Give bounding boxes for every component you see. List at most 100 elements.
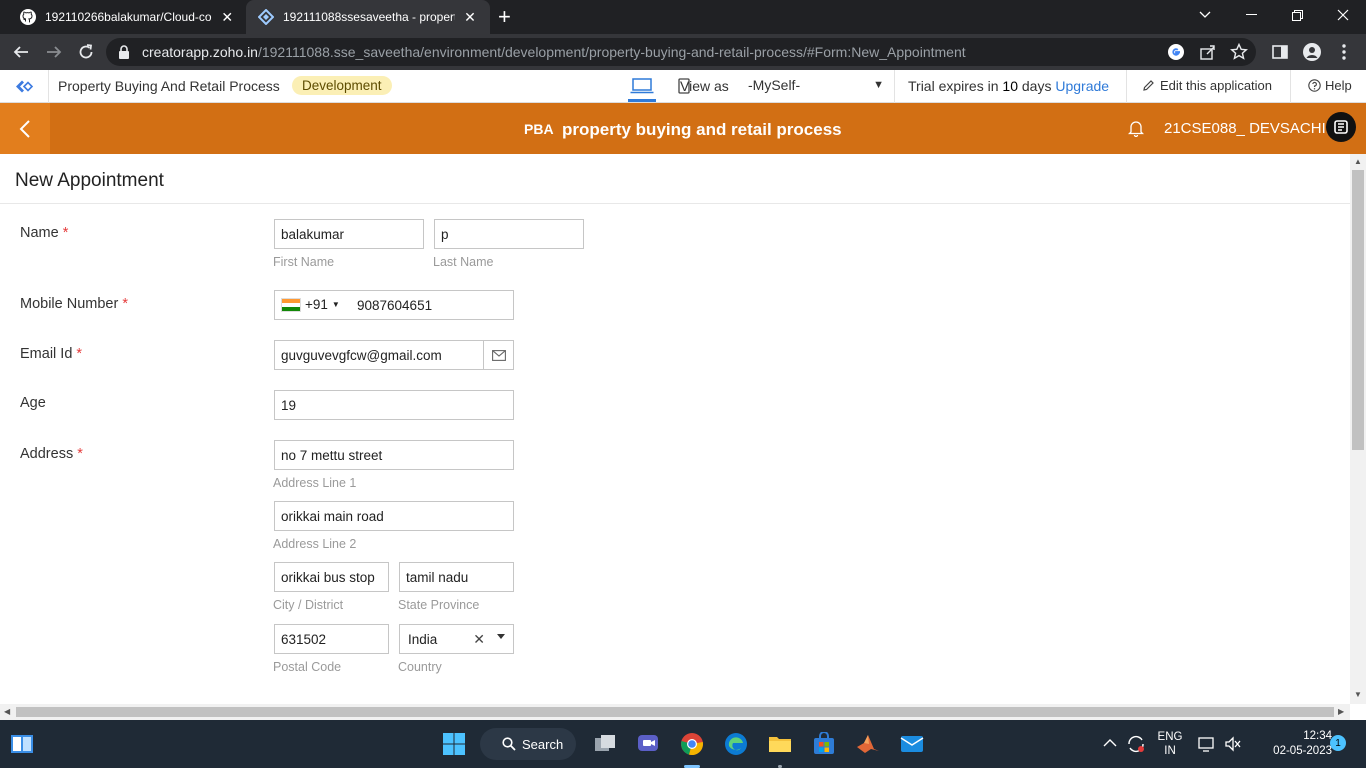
address-bar[interactable]: creatorapp.zoho.in/192111088.sse_saveeth… [106, 38, 1256, 66]
new-tab-icon[interactable]: + [498, 6, 511, 28]
scroll-right-icon[interactable]: ▶ [1338, 707, 1344, 716]
mobile-label-text: Mobile Number [20, 296, 119, 312]
speaker-muted-icon[interactable] [1224, 735, 1242, 753]
address-line1-input[interactable]: no 7 mettu street [274, 440, 514, 470]
country-select[interactable]: India ✕ [399, 624, 514, 654]
lock-icon [119, 45, 129, 59]
city-input[interactable]: orikkai bus stop [274, 562, 389, 592]
mobile-number-field: +91 ▼ 9087604651 [274, 290, 514, 320]
scroll-down-icon[interactable]: ▼ [1354, 690, 1362, 699]
browser-tab-zoho[interactable]: 192111088ssesaveetha - property ✕ [246, 0, 490, 34]
view-as-label: View as [678, 78, 729, 94]
restore-icon[interactable] [1274, 0, 1320, 30]
help-button[interactable]: Help [1308, 78, 1352, 93]
horizontal-scrollbar[interactable]: ◀ ▶ [0, 704, 1350, 720]
upgrade-link[interactable]: Upgrade [1055, 78, 1109, 94]
scroll-up-icon[interactable]: ▲ [1354, 157, 1362, 166]
environment-badge[interactable]: Development [292, 76, 392, 95]
country-code-selector[interactable]: +91 ▼ [281, 297, 340, 312]
close-tab-icon[interactable]: ✕ [463, 9, 477, 26]
language-indicator[interactable]: ENG IN [1154, 730, 1186, 758]
scrollbar-thumb[interactable] [16, 707, 1334, 717]
trial-days: 10 [1002, 78, 1018, 94]
github-icon [20, 9, 36, 25]
vertical-scrollbar[interactable]: ▲ ▼ [1350, 154, 1366, 704]
forward-arrow-icon[interactable] [42, 40, 66, 64]
creator-top-bar: Property Buying And Retail Process Devel… [0, 70, 1366, 103]
side-panel-icon[interactable] [1270, 42, 1290, 62]
caret-down-icon: ▼ [331, 300, 340, 309]
task-view-icon[interactable] [593, 732, 617, 756]
region-code: IN [1164, 745, 1176, 757]
taskbar-search[interactable]: Search [480, 728, 576, 760]
scroll-left-icon[interactable]: ◀ [4, 707, 10, 716]
email-label: Email Id * [20, 346, 82, 362]
kebab-menu-icon[interactable] [1334, 42, 1354, 62]
browser-tab-strip: 192110266balakumar/Cloud-com ✕ 192111088… [0, 0, 1366, 34]
chrome-icon[interactable] [680, 732, 704, 756]
desktop-widget-icon[interactable] [10, 732, 34, 756]
country-value: India [408, 632, 438, 647]
zoho-creator-logo-icon[interactable] [14, 78, 34, 95]
divider [894, 70, 895, 103]
close-tab-icon[interactable]: ✕ [220, 9, 234, 26]
address-label-text: Address [20, 446, 74, 462]
postal-code-input[interactable]: 631502 [274, 624, 389, 654]
share-icon[interactable] [1199, 43, 1217, 61]
divider [1290, 70, 1291, 103]
laptop-icon[interactable] [630, 78, 654, 94]
tab-title: 192110266balakumar/Cloud-com [45, 10, 213, 24]
search-label: Search [522, 736, 564, 752]
user-avatar[interactable] [1326, 112, 1356, 142]
notification-badge[interactable]: 1 [1330, 735, 1346, 751]
state-input[interactable]: tamil nadu [399, 562, 514, 592]
pencil-icon [1143, 80, 1154, 91]
address-line2-input[interactable]: orikkai main road [274, 501, 514, 531]
india-flag-icon [281, 297, 301, 312]
form-title: New Appointment [15, 170, 164, 191]
clock[interactable]: 12:34 02-05-2023 [1252, 729, 1332, 759]
network-icon[interactable] [1198, 735, 1216, 753]
microsoft-store-icon[interactable] [812, 732, 836, 756]
mobile-number-input[interactable]: 9087604651 [357, 298, 432, 313]
scrollbar-thumb[interactable] [1352, 170, 1364, 450]
view-as-dropdown[interactable]: -MySelf- ▼ [742, 74, 892, 98]
tab-search-chevron-icon[interactable] [1182, 0, 1228, 30]
matlab-icon[interactable] [856, 732, 880, 756]
trial-notice: Trial expires in 10 days Upgrade [908, 78, 1109, 94]
edge-icon[interactable] [724, 732, 748, 756]
google-icon[interactable] [1167, 43, 1185, 61]
view-as-value: -MySelf- [748, 77, 801, 93]
back-button[interactable] [0, 103, 50, 154]
file-explorer-icon[interactable] [768, 732, 792, 756]
sync-alert-icon[interactable] [1126, 734, 1146, 754]
country-code: +91 [305, 297, 328, 312]
help-circle-icon [1308, 79, 1321, 92]
profile-icon[interactable] [1302, 42, 1322, 62]
edit-application-button[interactable]: Edit this application [1142, 78, 1272, 93]
user-name[interactable]: 21CSE088_ DEVSACHIN [1164, 120, 1337, 137]
mail-icon [483, 341, 513, 369]
app-name: Property Buying And Retail Process [58, 78, 280, 94]
reload-icon[interactable] [74, 40, 98, 64]
minimize-icon[interactable] [1228, 0, 1274, 30]
chevron-up-icon[interactable] [1102, 735, 1118, 751]
age-input[interactable]: 19 [274, 390, 514, 420]
postal-code-caption: Postal Code [273, 660, 342, 674]
email-field[interactable]: guvguvevgfcw@gmail.com [274, 340, 514, 370]
required-marker: * [62, 225, 69, 241]
first-name-input[interactable]: balakumar [274, 219, 424, 249]
windows-start-icon[interactable] [442, 732, 466, 756]
mail-app-icon[interactable] [900, 732, 924, 756]
back-arrow-icon[interactable] [9, 40, 33, 64]
close-window-icon[interactable] [1320, 0, 1366, 30]
caret-down-icon[interactable] [497, 634, 505, 639]
edit-application-label: Edit this application [1160, 78, 1273, 93]
clear-icon[interactable]: ✕ [473, 631, 485, 648]
bell-icon[interactable] [1128, 120, 1144, 137]
bookmark-star-icon[interactable] [1230, 43, 1248, 61]
teams-chat-icon[interactable] [636, 732, 660, 756]
help-label: Help [1325, 78, 1352, 93]
browser-tab-github[interactable]: 192110266balakumar/Cloud-com ✕ [8, 0, 246, 34]
last-name-input[interactable]: p [434, 219, 584, 249]
